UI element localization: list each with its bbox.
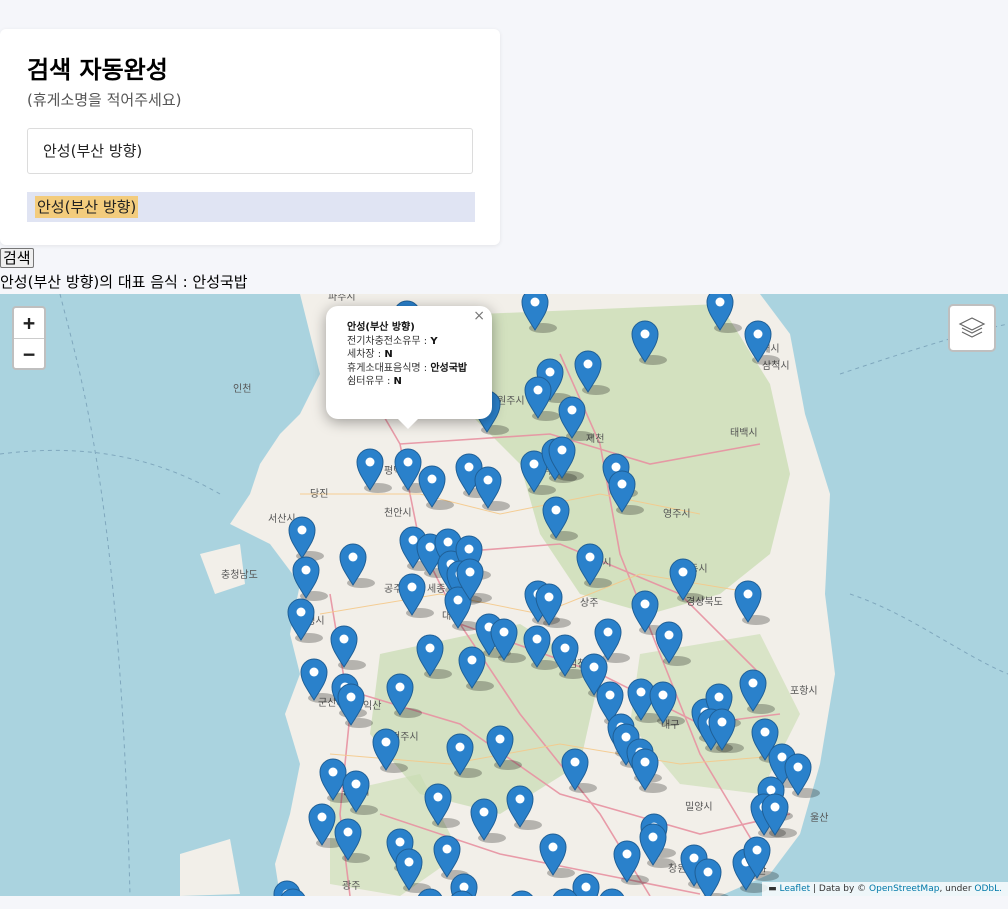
- leaflet-link[interactable]: Leaflet: [780, 884, 811, 894]
- place-label: 천안시: [384, 507, 412, 519]
- place-label: 충청남도: [221, 569, 258, 581]
- popup-tip: [398, 419, 418, 429]
- place-label: 상주: [580, 597, 598, 609]
- place-label: 울산: [810, 812, 828, 824]
- result-text: 안성(부산 방향)의 대표 음식 : 안성국밥: [0, 273, 248, 291]
- search-card: 검색 자동완성 (휴게소명을 적어주세요) 안성(부산 방향) 안성(부산 방향…: [0, 29, 500, 245]
- popup-row-shelter: 쉼터유무 : N: [347, 376, 402, 387]
- odbl-link[interactable]: ODbL.: [974, 884, 1002, 894]
- place-label: 원주시: [497, 395, 525, 407]
- popup-row-ev: 전기차충전소유무 : Y: [347, 335, 438, 347]
- place-label: 익산: [363, 700, 381, 712]
- place-label: 당진: [310, 488, 328, 500]
- search-input[interactable]: 안성(부산 방향): [27, 128, 473, 174]
- place-label: 인천: [233, 383, 251, 395]
- osm-link[interactable]: OpenStreetMap: [869, 884, 939, 894]
- marker-pin-icon[interactable]: [572, 873, 600, 896]
- place-label: 세종: [427, 583, 445, 595]
- marker-popup: × 안성(부산 방향) 전기차충전소유무 : Y 세차장 : N 휴게소대표음식…: [326, 306, 492, 429]
- layers-button[interactable]: [948, 304, 996, 352]
- card-title: 검색 자동완성: [27, 56, 168, 84]
- place-label: 파주시: [328, 294, 356, 303]
- place-label: 밀양시: [685, 801, 713, 813]
- card-subtitle: (휴게소명을 적어주세요): [27, 91, 182, 109]
- map-tiles: 파주시인천서산시당진평택천안시충청남도보령시군산시익산전주시정읍시광주공주시세종…: [0, 294, 1008, 896]
- map-attribution: ▬ Leaflet | Data by © OpenStreetMap, und…: [762, 882, 1008, 896]
- zoom-in-button[interactable]: +: [14, 308, 44, 339]
- popup-row-food: 휴게소대표음식명 : 안성국밥: [347, 362, 468, 374]
- place-label: 태백시: [730, 427, 758, 439]
- place-label: 포항시: [790, 685, 818, 697]
- page-bottom: [0, 896, 1008, 909]
- layers-icon: [958, 317, 986, 338]
- zoom-control: + −: [12, 306, 46, 370]
- place-label: 광주: [342, 880, 360, 892]
- autocomplete-suggestion[interactable]: 안성(부산 방향): [27, 192, 475, 222]
- popup-title: 안성(부산 방향): [347, 322, 415, 333]
- zoom-out-button[interactable]: −: [14, 339, 44, 369]
- suggestion-highlight: 안성(부산 방향): [35, 196, 139, 218]
- popup-row-carwash: 세차장 : N: [347, 349, 393, 360]
- map[interactable]: 파주시인천서산시당진평택천안시충청남도보령시군산시익산전주시정읍시광주공주시세종…: [0, 294, 1008, 896]
- place-label: 영주시: [663, 508, 691, 520]
- search-button[interactable]: 검색: [0, 248, 34, 268]
- popup-close-button[interactable]: ×: [473, 309, 485, 324]
- ukraine-flag-icon: ▬: [768, 884, 777, 894]
